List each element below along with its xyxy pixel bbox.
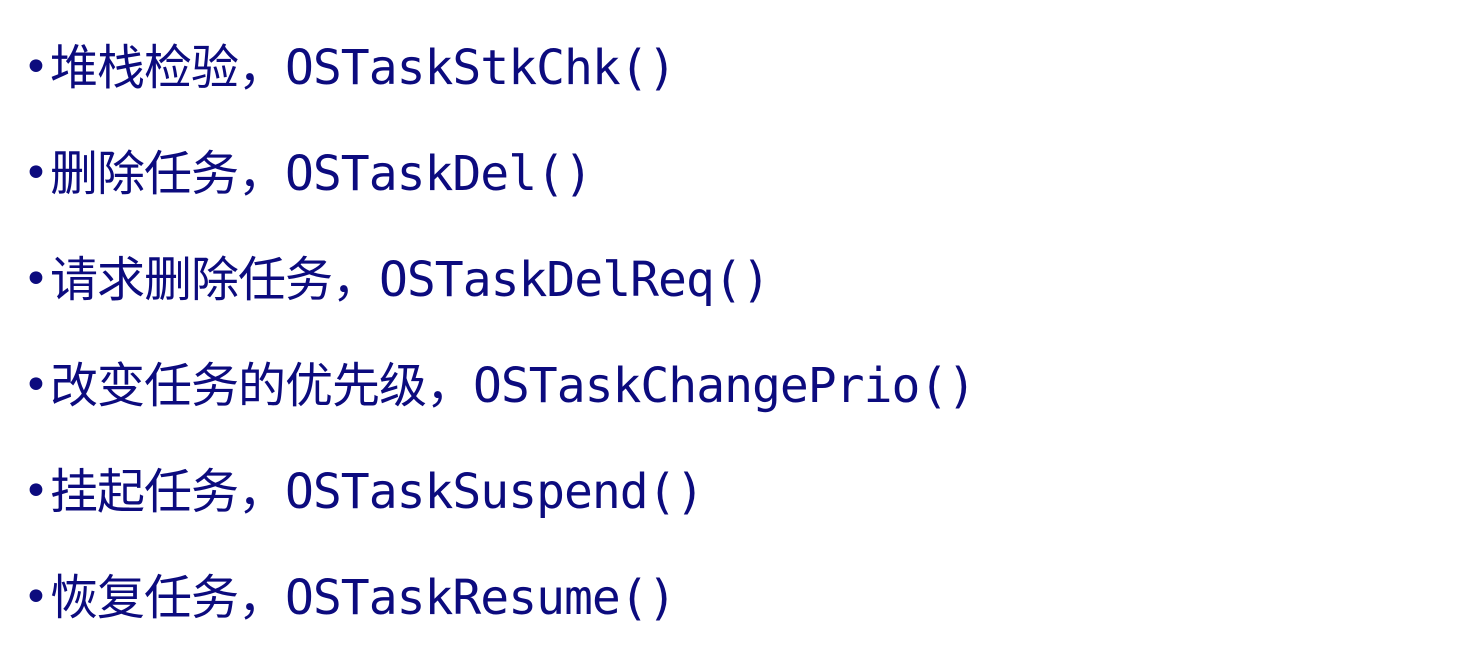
list-item-text: 挂起任务，OSTaskSuspend() [50, 464, 704, 520]
list-item-text: 恢复任务，OSTaskResume() [50, 570, 677, 626]
list-item: • 改变任务的优先级，OSTaskChangePrio() [22, 333, 976, 439]
list-item-text: 删除任务，OSTaskDel() [50, 146, 593, 202]
list-item-text: 改变任务的优先级，OSTaskChangePrio() [50, 358, 976, 414]
list-item-text: 请求删除任务，OSTaskDelReq() [50, 252, 771, 308]
list-item: • 挂起任务，OSTaskSuspend() [22, 439, 975, 545]
bullet-list: • 堆栈检验，OSTaskStkChk() • 删除任务，OSTaskDel()… [22, 15, 976, 651]
bullet-icon: • [23, 466, 49, 517]
bullet-icon: • [23, 42, 49, 93]
list-item: • 堆栈检验，OSTaskStkChk() [22, 15, 975, 121]
bullet-icon: • [23, 148, 49, 199]
slide: • 堆栈检验，OSTaskStkChk() • 删除任务，OSTaskDel()… [0, 0, 1470, 630]
bullet-icon: • [23, 360, 49, 411]
bullet-icon: • [23, 254, 49, 305]
list-item: • 请求删除任务，OSTaskDelReq() [22, 227, 975, 333]
list-item: • 删除任务，OSTaskDel() [22, 121, 975, 227]
list-item-text: 堆栈检验，OSTaskStkChk() [50, 40, 677, 96]
bullet-icon: • [23, 572, 49, 623]
list-item: • 恢复任务，OSTaskResume() [22, 545, 975, 651]
